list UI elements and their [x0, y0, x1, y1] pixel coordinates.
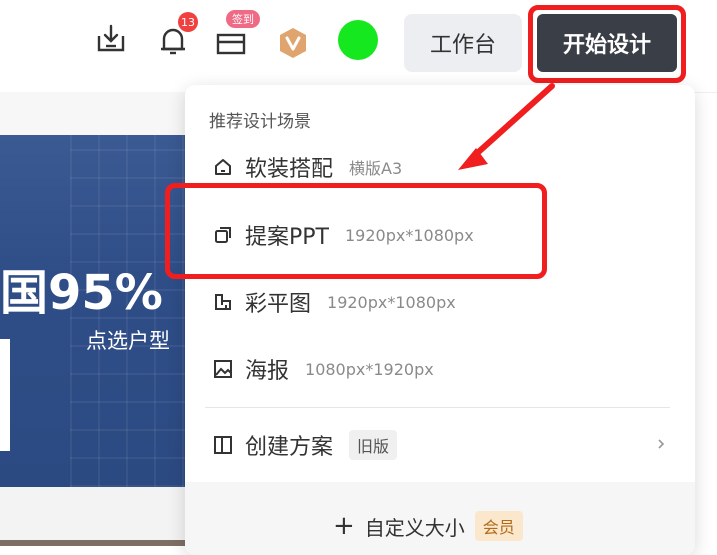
plus-icon: + — [333, 511, 355, 541]
highlight-box-ppt — [165, 183, 547, 279]
menu-item-label: 创建方案 — [245, 435, 334, 460]
vip-icon[interactable] — [276, 26, 310, 60]
background-bottom — [0, 487, 190, 546]
design-scene-menu: 推荐设计场景 软装搭配 横版A3 提案PPT 1920px*1080px 彩平图… — [185, 85, 695, 555]
background-strip — [0, 92, 190, 135]
chevron-right-icon — [655, 435, 667, 449]
menu-item-label: 彩平图 — [245, 292, 312, 317]
custom-size-label: 自定义大小 — [364, 515, 465, 540]
highlight-box-start — [528, 5, 686, 83]
banner-subtitle: 点选户型 — [86, 329, 170, 353]
member-tag: 会员 — [474, 511, 523, 541]
menu-item-size: 1920px*1080px — [327, 292, 456, 312]
download-icon[interactable] — [94, 22, 128, 56]
floorplan-icon — [213, 292, 233, 312]
menu-divider — [205, 407, 670, 408]
menu-item-create-plan[interactable]: 创建方案 旧版 — [213, 425, 398, 465]
avatar[interactable] — [338, 20, 378, 60]
banner-card — [0, 339, 10, 451]
workbench-button[interactable]: 工作台 — [404, 14, 522, 72]
menu-item-soft-decoration[interactable]: 软装搭配 横版A3 — [213, 147, 402, 187]
arrow-annotation — [458, 83, 555, 170]
banner-title: 国95% — [0, 265, 163, 321]
menu-item-label: 软装搭配 — [245, 157, 334, 182]
menu-heading: 推荐设计场景 — [209, 112, 311, 132]
menu-item-size: 横版A3 — [349, 159, 403, 178]
menu-item-size: 1080px*1920px — [305, 359, 434, 379]
old-version-tag: 旧版 — [349, 430, 398, 460]
custom-size-button[interactable]: + 自定义大小 会员 — [333, 511, 523, 541]
banner: 国95% 点选户型 — [0, 135, 190, 487]
menu-item-label: 海报 — [245, 359, 290, 384]
image-icon — [213, 359, 233, 379]
panel-icon — [213, 435, 233, 455]
notification-badge: 13 — [178, 12, 198, 32]
gift-icon[interactable] — [214, 24, 248, 58]
menu-item-color-floorplan[interactable]: 彩平图 1920px*1080px — [213, 282, 456, 322]
home-icon — [213, 157, 233, 177]
background-edge — [0, 540, 190, 546]
checkin-badge: 签到 — [226, 10, 260, 28]
menu-item-poster[interactable]: 海报 1080px*1920px — [213, 349, 434, 389]
